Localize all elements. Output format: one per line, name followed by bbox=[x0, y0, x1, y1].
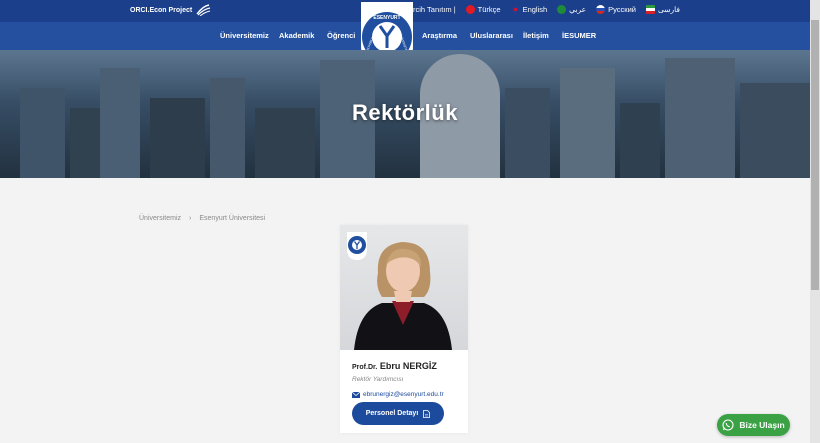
profile-photo bbox=[340, 225, 468, 350]
profile-role: Rektör Yardımcısı bbox=[352, 376, 404, 383]
breadcrumb-current: Esenyurt Üniversitesi bbox=[199, 215, 266, 222]
menu-iesumer[interactable]: İESUMER bbox=[562, 31, 596, 40]
lang-english[interactable]: English bbox=[510, 5, 548, 14]
lang-label: Türkçe bbox=[477, 5, 501, 14]
person-name: Ebru NERGİZ bbox=[379, 361, 437, 371]
profile-email[interactable]: ebrunergiz@esenyurt.edu.tr bbox=[352, 391, 444, 398]
staff-detail-button[interactable]: Personel Detayı bbox=[352, 402, 444, 425]
document-icon bbox=[423, 409, 431, 418]
profile-card: Prof.Dr. Ebru NERGİZ Rektör Yardımcısı e… bbox=[340, 225, 468, 433]
brand-label: ORCI.Econ Project bbox=[130, 6, 193, 14]
whatsapp-label: Bize Ulaşın bbox=[739, 420, 785, 430]
whatsapp-icon bbox=[722, 419, 734, 431]
button-label: Personel Detayı bbox=[365, 410, 419, 417]
lang-arabic[interactable]: عربي bbox=[557, 5, 586, 14]
top-links: Tercih Tanıtım | Türkçe English عربي Рус… bbox=[405, 5, 680, 14]
scrollbar[interactable] bbox=[810, 0, 820, 443]
scrollbar-thumb[interactable] bbox=[811, 20, 819, 290]
lang-persian[interactable]: فارسی bbox=[645, 5, 680, 14]
breadcrumb-home[interactable]: Üniversitemiz bbox=[139, 215, 181, 222]
envelope-icon bbox=[352, 391, 360, 398]
email-text: ebrunergiz@esenyurt.edu.tr bbox=[363, 391, 444, 398]
menu-uluslararasi[interactable]: Uluslararası bbox=[470, 31, 513, 40]
iran-flag-icon bbox=[645, 5, 655, 14]
page-title: Rektörlük bbox=[352, 100, 458, 125]
menu-universitemiz[interactable]: Üniversitemiz bbox=[220, 31, 269, 40]
lang-label: عربي bbox=[569, 5, 587, 14]
saudi-flag-icon bbox=[557, 5, 567, 14]
menu-ogrenci[interactable]: Öğrenci bbox=[327, 31, 355, 40]
russia-flag-icon bbox=[596, 5, 606, 14]
breadcrumb-separator: › bbox=[189, 215, 192, 222]
lang-turkish[interactable]: Türkçe bbox=[465, 5, 501, 14]
lang-russian[interactable]: Русский bbox=[596, 5, 636, 14]
person-portrait bbox=[354, 242, 452, 350]
hero-banner: Rektörlük bbox=[0, 50, 810, 178]
academic-title: Prof.Dr. bbox=[352, 364, 378, 371]
lang-label: فارسی bbox=[657, 5, 680, 14]
orci-brand[interactable]: ORCI.Econ Project bbox=[130, 4, 211, 16]
turkey-flag-icon bbox=[465, 5, 475, 14]
menu-arastirma[interactable]: Araştırma bbox=[422, 31, 457, 40]
menu-iletisim[interactable]: İletişim bbox=[523, 31, 549, 40]
brand-wave-icon bbox=[196, 4, 211, 16]
uk-flag-icon bbox=[510, 5, 520, 14]
lang-label: Русский bbox=[608, 5, 636, 14]
whatsapp-contact-button[interactable]: Bize Ulaşın bbox=[717, 414, 790, 436]
menu-akademik[interactable]: Akademik bbox=[279, 31, 314, 40]
profile-name: Prof.Dr. Ebru NERGİZ bbox=[352, 361, 437, 371]
logo-top-text: ESENYURT bbox=[373, 15, 400, 21]
lang-label: English bbox=[522, 5, 548, 14]
breadcrumb: Üniversitemiz › Esenyurt Üniversitesi bbox=[139, 215, 265, 222]
